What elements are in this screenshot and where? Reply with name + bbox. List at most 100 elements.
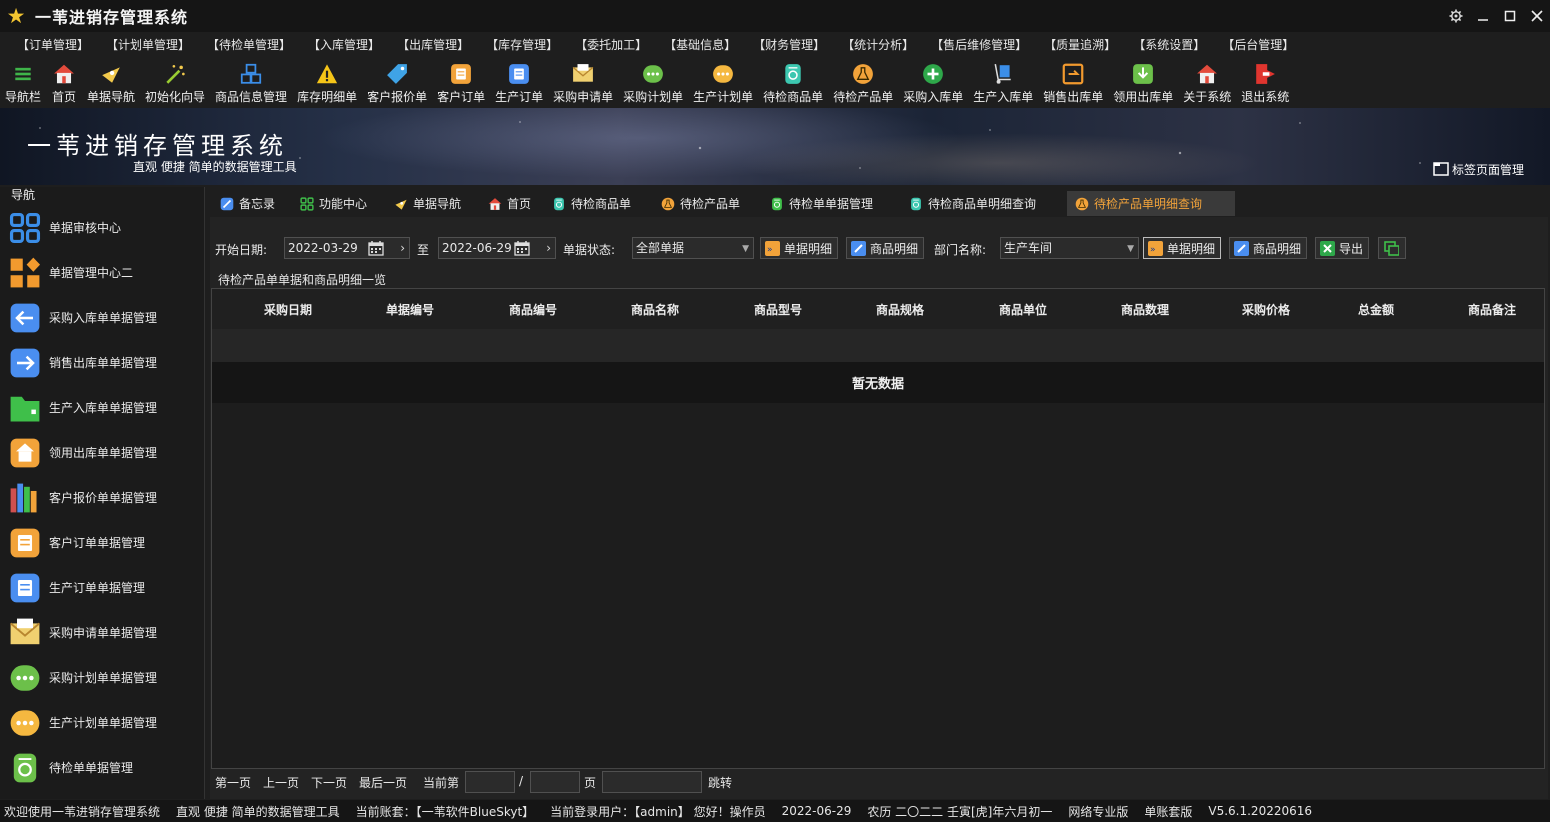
menu-item-8[interactable]: 【财务管理】 (746, 34, 832, 56)
goods-detail-button-2[interactable]: 商品明细 (1229, 237, 1308, 259)
first-page-link[interactable]: 第一页 (215, 774, 251, 791)
menu-item-1[interactable]: 【计划单管理】 (99, 34, 197, 56)
toolbar-button-11[interactable]: 生产计划单 (690, 58, 756, 106)
jump-page-input[interactable] (602, 771, 702, 793)
menu-item-10[interactable]: 【售后维修管理】 (924, 34, 1034, 56)
menu-item-11[interactable]: 【质量追溯】 (1037, 34, 1123, 56)
current-page-input[interactable] (465, 771, 515, 793)
status-select[interactable]: 全部单据 ▼ (632, 237, 754, 259)
toolbar-button-7[interactable]: 客户订单 (434, 58, 488, 106)
sidebar-item-10[interactable]: 采购计划单单据管理 (0, 655, 205, 700)
dept-select[interactable]: 生产车间 ▼ (1000, 237, 1139, 259)
toolbar-button-10[interactable]: 采购计划单 (620, 58, 686, 106)
column-header[interactable]: 商品规格 (876, 301, 924, 318)
sidebar-item-0[interactable]: 单据审核中心 (0, 205, 205, 250)
column-header[interactable]: 商品名称 (631, 301, 679, 318)
toolbar-button-18[interactable]: 关于系统 (1180, 58, 1234, 106)
toolbar-button-3[interactable]: 初始化向导 (142, 58, 208, 106)
menu-item-13[interactable]: 【后台管理】 (1215, 34, 1301, 56)
column-header[interactable]: 商品编号 (509, 301, 557, 318)
end-date-picker[interactable]: 2022-06-29 › (438, 237, 556, 259)
last-page-link[interactable]: 最后一页 (359, 774, 407, 791)
tab-4[interactable]: 待检商品单 (544, 191, 631, 216)
column-header[interactable]: 商品单位 (999, 301, 1047, 318)
goods-detail-button-1[interactable]: 商品明细 (846, 237, 925, 259)
calendar-icon[interactable] (368, 240, 384, 256)
toolbar-button-14[interactable]: 采购入库单 (900, 58, 966, 106)
minimize-icon[interactable] (1470, 0, 1496, 32)
tab-3[interactable]: 首页 (480, 191, 531, 216)
copy-windows-button[interactable] (1378, 237, 1406, 259)
toolbar-button-1[interactable]: 首页 (48, 58, 80, 106)
tab-8[interactable]: 待检产品单明细查询 (1067, 191, 1235, 216)
menu-item-3[interactable]: 【入库管理】 (301, 34, 387, 56)
tab-2[interactable]: 单据导航 (386, 191, 461, 216)
toolbar-button-19[interactable]: 退出系统 (1238, 58, 1292, 106)
sidebar-item-6[interactable]: 客户报价单单据管理 (0, 475, 205, 520)
menu-item-0[interactable]: 【订单管理】 (10, 34, 96, 56)
menu-item-6[interactable]: 【委托加工】 (568, 34, 654, 56)
toolbar-button-0[interactable]: 导航栏 (2, 58, 44, 106)
toolbar-button-4[interactable]: 商品信息管理 (212, 58, 290, 106)
toolbar-button-13[interactable]: 待检产品单 (830, 58, 896, 106)
tab-5[interactable]: 待检产品单 (653, 191, 740, 216)
tab-manager-button[interactable]: 标签页面管理 (1432, 160, 1524, 178)
next-page-link[interactable]: 下一页 (311, 774, 347, 791)
column-header[interactable]: 商品型号 (754, 301, 802, 318)
chevron-right-icon[interactable]: › (546, 238, 551, 258)
sidebar-item-4[interactable]: 生产入库单单据管理 (0, 385, 205, 430)
tab-1[interactable]: 功能中心 (292, 191, 367, 216)
sidebar-item-3[interactable]: 销售出库单单据管理 (0, 340, 205, 385)
menu-item-12[interactable]: 【系统设置】 (1126, 34, 1212, 56)
tab-0[interactable]: 备忘录 (212, 191, 275, 216)
sidebar-item-1[interactable]: 单据管理中心二 (0, 250, 205, 295)
toolbar-button-12[interactable]: 待检商品单 (760, 58, 826, 106)
data-grid[interactable]: 采购日期 单据编号 商品编号 商品名称 商品型号 商品规格 商品单位 商品数理 采购价格 总金额 商… (211, 288, 1545, 769)
calendar-icon[interactable] (514, 240, 530, 256)
sidebar-item-8[interactable]: 生产订单单据管理 (0, 565, 205, 610)
sidebar-item-12[interactable]: 待检单单据管理 (0, 745, 205, 790)
doc-detail-button-1[interactable]: » 单据明细 (760, 237, 839, 259)
column-header[interactable]: 商品数理 (1121, 301, 1169, 318)
column-header[interactable]: 采购日期 (264, 301, 312, 318)
toolbar-button-6[interactable]: 客户报价单 (364, 58, 430, 106)
prev-page-link[interactable]: 上一页 (263, 774, 299, 791)
tab-7[interactable]: 待检商品单明细查询 (901, 191, 1036, 216)
table-row[interactable] (212, 329, 1544, 362)
toolbar-button-8[interactable]: 生产订单 (492, 58, 546, 106)
sidebar-item-7[interactable]: 客户订单单据管理 (0, 520, 205, 565)
menu-item-5[interactable]: 【库存管理】 (479, 34, 565, 56)
total-pages-input[interactable] (530, 771, 580, 793)
toolbar-button-9[interactable]: 采购申请单 (550, 58, 616, 106)
toolbar-button-15[interactable]: 生产入库单 (970, 58, 1036, 106)
doc-detail-button-2[interactable]: » 单据明细 (1143, 237, 1222, 259)
sidebar-item-5[interactable]: 领用出库单单据管理 (0, 430, 205, 475)
sidebar-item-9[interactable]: 采购申请单单据管理 (0, 610, 205, 655)
export-button[interactable]: 导出 (1315, 237, 1370, 259)
jump-button[interactable]: 跳转 (708, 774, 732, 791)
sidebar-item-label: 单据管理中心二 (49, 266, 134, 280)
sidebar-item-11[interactable]: 生产计划单单据管理 (0, 700, 205, 745)
menu-item-9[interactable]: 【统计分析】 (835, 34, 921, 56)
chevron-right-icon[interactable]: › (400, 238, 405, 258)
maximize-icon[interactable] (1497, 0, 1523, 32)
status-welcome: 欢迎使用一苇进销存管理系统 (4, 804, 161, 819)
menu-item-7[interactable]: 【基础信息】 (657, 34, 743, 56)
close-icon[interactable] (1524, 0, 1550, 32)
column-header[interactable]: 采购价格 (1242, 301, 1290, 318)
column-header[interactable]: 总金额 (1358, 301, 1394, 318)
toolbar-button-16[interactable]: 销售出库单 (1040, 58, 1106, 106)
tab-6[interactable]: 待检单单据管理 (762, 191, 873, 216)
column-header[interactable]: 商品备注 (1468, 301, 1516, 318)
tab-manager-label: 标签页面管理 (1451, 162, 1524, 177)
menu-item-4[interactable]: 【出库管理】 (390, 34, 476, 56)
menu-item-2[interactable]: 【待检单管理】 (200, 34, 298, 56)
toolbar-button-2[interactable]: 单据导航 (84, 58, 138, 106)
toolbar-button-17[interactable]: 领用出库单 (1110, 58, 1176, 106)
toolbar-button-5[interactable]: 库存明细单 (294, 58, 360, 106)
sidebar-item-2[interactable]: 采购入库单单据管理 (0, 295, 205, 340)
column-header[interactable]: 单据编号 (386, 301, 434, 318)
gear-icon[interactable] (1443, 0, 1469, 32)
start-date-picker[interactable]: 2022-03-29 › (284, 237, 410, 259)
status-account: 当前账套：【一苇软件BlueSkyt】 (355, 804, 535, 819)
